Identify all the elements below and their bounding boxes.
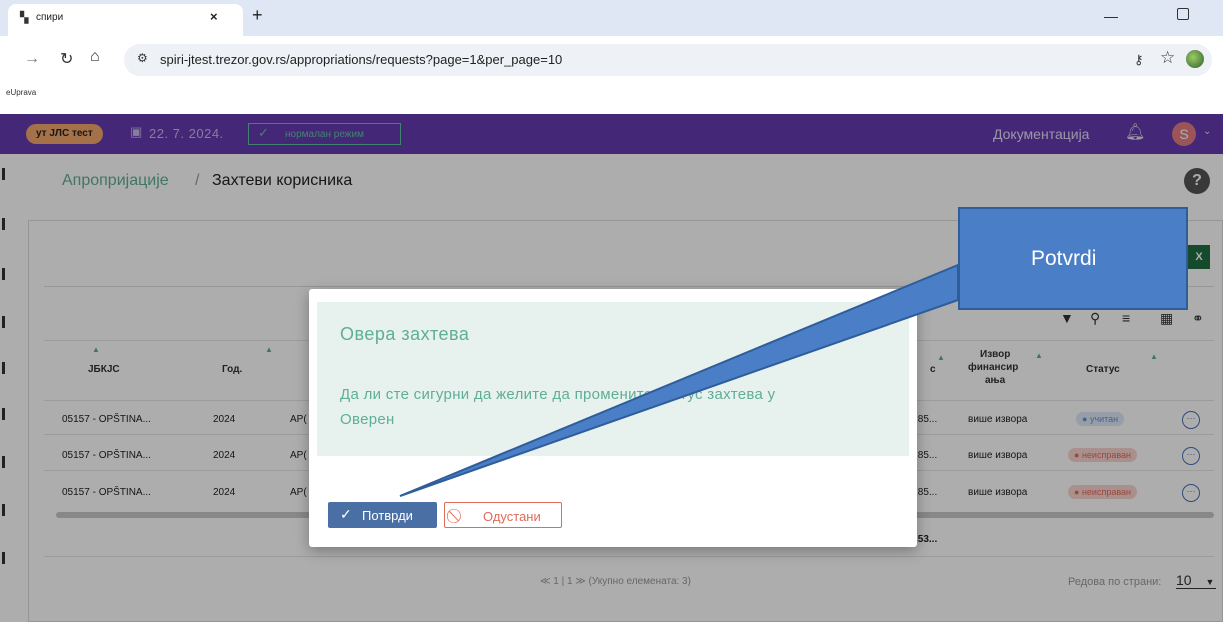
callout-text: Potvrdi: [1031, 247, 1097, 270]
callout-pointer: [399, 263, 959, 497]
callout-arrow: [399, 263, 959, 497]
